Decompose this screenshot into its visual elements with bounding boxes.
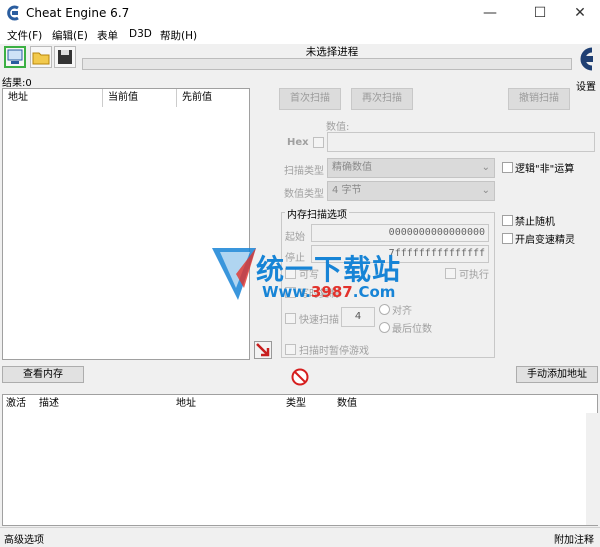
address-list[interactable]: 激活 描述 地址 类型 数值 [2,394,598,526]
menu-help[interactable]: 帮助(H) [160,28,197,43]
stop-icon[interactable] [291,368,309,386]
last-digits-radio[interactable] [379,322,390,333]
result-list[interactable]: 地址 当前值 先前值 [2,88,250,360]
close-button[interactable]: ✕ [558,0,600,26]
column-address[interactable]: 地址 [176,395,196,413]
menu-table[interactable]: 表单 [97,28,118,43]
executable-checkbox[interactable] [445,268,456,279]
start-address-input[interactable]: 0000000000000000 [311,224,489,242]
scan-type-select[interactable]: 精确数值 ⌄ [327,158,495,178]
view-memory-button[interactable]: 查看内存 [2,366,84,383]
column-address[interactable]: 地址 [3,89,103,107]
chevron-down-icon: ⌄ [481,185,490,196]
fast-scan-label: 快速扫描 [299,315,339,326]
advanced-options-button[interactable]: 高级选项 [4,531,44,546]
save-button[interactable] [54,46,76,68]
align-radio[interactable] [379,304,390,315]
process-progress-bar [82,58,572,70]
open-process-button[interactable] [4,46,26,68]
watermark-url: Www.3987.Com [262,283,396,301]
chevron-down-icon: ⌄ [481,162,490,173]
hex-checkbox[interactable] [313,137,324,148]
value-input[interactable] [327,132,595,152]
window-title: Cheat Engine 6.7 [26,6,130,20]
watermark-logo-icon [212,248,256,300]
last-digits-label: 最后位数 [392,324,432,335]
folder-icon [32,52,50,65]
minimize-button[interactable]: — [468,0,512,26]
maximize-button[interactable]: ☐ [518,0,562,26]
disable-random-checkbox[interactable] [502,215,513,226]
executable-label: 可执行 [459,270,489,281]
settings-label[interactable]: 设置 [576,78,596,93]
fast-scan-checkbox[interactable] [285,313,296,324]
memory-scan-options-title: 内存扫描选项 [285,206,349,221]
menu-d3d[interactable]: D3D [129,28,152,40]
table-comments-button[interactable]: 附加注释 [554,531,594,546]
next-scan-button[interactable]: 再次扫描 [351,88,413,110]
column-current-value[interactable]: 当前值 [103,89,177,107]
column-type[interactable]: 类型 [286,395,306,413]
process-label: 未选择进程 [305,46,359,58]
value-type-value: 4 字节 [332,185,362,196]
scan-type-value: 精确数值 [332,162,372,173]
value-type-label: 数值类型 [284,189,324,200]
cheat-engine-logo-icon [7,5,19,21]
scan-type-label: 扫描类型 [284,166,324,177]
disable-random-label: 禁止随机 [515,217,555,228]
menu-edit[interactable]: 编辑(E) [52,28,88,43]
add-to-list-arrow-icon[interactable] [254,341,272,359]
computer-icon [7,49,23,64]
first-scan-button[interactable]: 首次扫描 [279,88,341,110]
menu-file[interactable]: 文件(F) [7,28,42,43]
pause-game-checkbox[interactable] [285,344,296,355]
hex-label: Hex [287,137,309,148]
menu-bar [0,26,600,44]
start-label: 起始 [285,232,305,243]
fast-scan-input[interactable]: 4 [341,307,375,327]
column-description[interactable]: 描述 [39,395,59,413]
watermark-text: 统一下载站 [256,253,402,286]
pause-game-label: 扫描时暂停游戏 [299,346,369,357]
column-active[interactable]: 激活 [6,395,26,413]
address-list-scrollbar[interactable] [586,413,598,525]
undo-scan-button[interactable]: 撤销扫描 [508,88,570,110]
status-bar: 高级选项 附加注释 [0,527,600,547]
floppy-disk-icon [58,50,72,64]
open-file-button[interactable] [30,46,52,68]
speedhack-label: 开启变速精灵 [515,235,575,246]
value-type-select[interactable]: 4 字节 ⌄ [327,181,495,201]
results-count: 结果:0 [2,78,32,89]
logic-not-label: 逻辑"非"运算 [515,164,575,175]
column-previous-value[interactable]: 先前值 [177,89,249,107]
speedhack-checkbox[interactable] [502,233,513,244]
logic-not-checkbox[interactable] [502,162,513,173]
settings-logo-icon[interactable] [574,44,598,74]
column-value[interactable]: 数值 [337,395,357,413]
align-label: 对齐 [392,306,412,317]
value-label: 数值: [326,122,350,133]
add-address-manually-button[interactable]: 手动添加地址 [516,366,598,383]
